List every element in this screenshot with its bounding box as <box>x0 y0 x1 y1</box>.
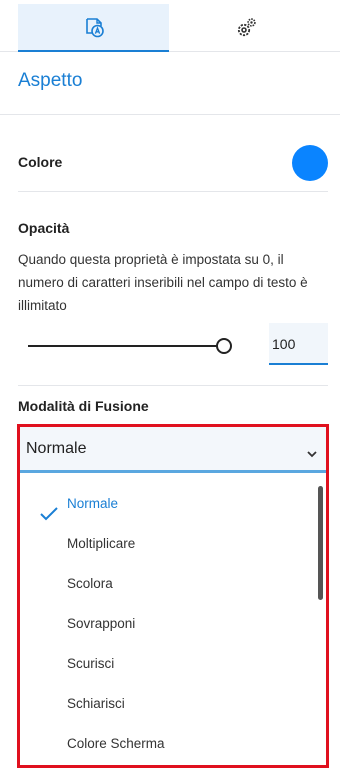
blend-mode-label: Modalità di Fusione <box>18 398 149 414</box>
opacity-label: Opacità <box>18 220 70 236</box>
color-swatch[interactable] <box>292 145 328 181</box>
color-divider <box>18 191 328 192</box>
highlight-frame <box>17 424 329 768</box>
tab-appearance[interactable] <box>18 4 169 52</box>
section-divider <box>0 114 340 115</box>
color-label: Colore <box>18 154 63 170</box>
text-style-icon <box>83 16 105 38</box>
gears-icon <box>234 16 258 40</box>
opacity-description: Quando questa proprietà è impostata su 0… <box>18 252 308 313</box>
opacity-input[interactable]: 100 <box>269 323 328 365</box>
tab-bar <box>0 0 340 52</box>
opacity-slider-thumb[interactable] <box>216 338 232 354</box>
opacity-slider-track[interactable] <box>28 345 224 347</box>
opacity-divider <box>18 385 328 386</box>
tab-settings[interactable] <box>170 4 321 52</box>
properties-panel: Aspetto Colore Opacità Quando questa pro… <box>0 0 340 775</box>
section-title: Aspetto <box>18 70 83 91</box>
